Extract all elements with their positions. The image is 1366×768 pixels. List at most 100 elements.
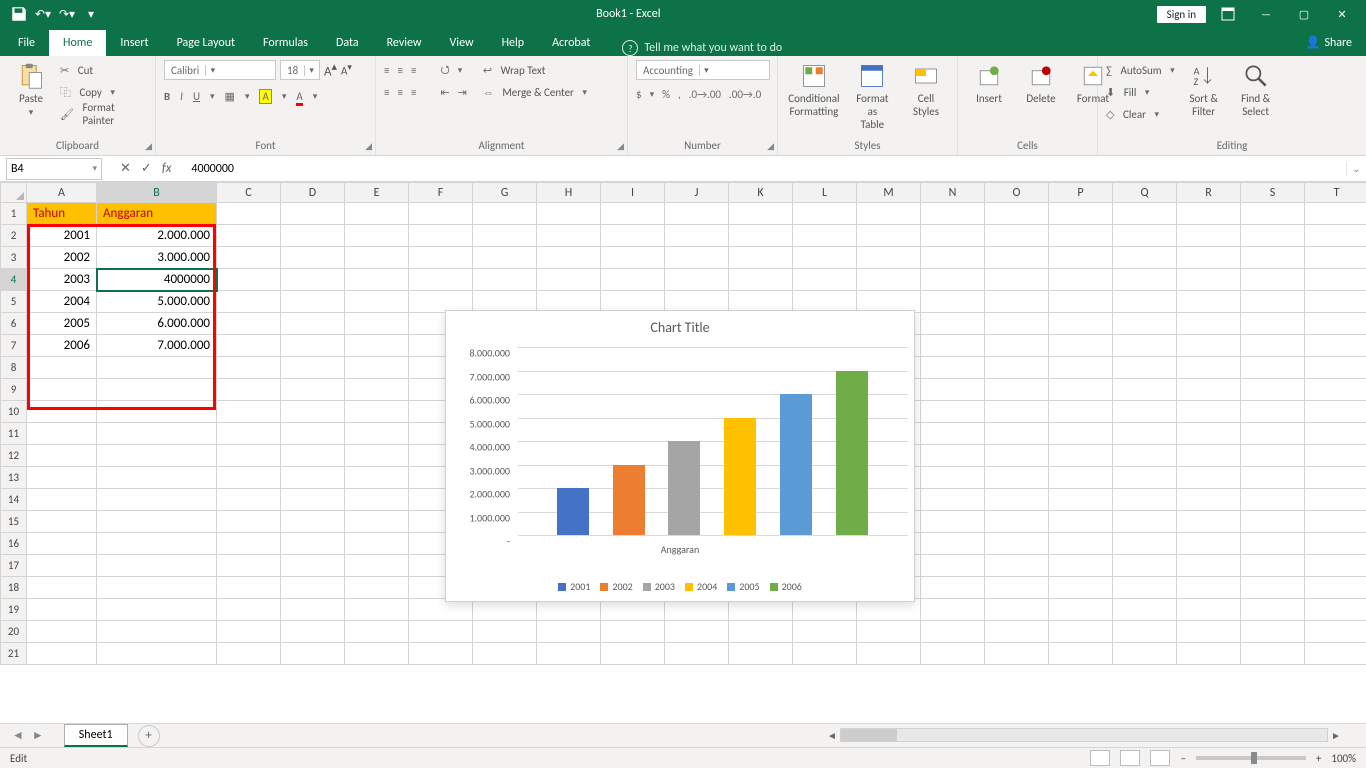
- chart-bar-2001[interactable]: [557, 488, 589, 535]
- cell-O13[interactable]: [985, 467, 1049, 489]
- cell-E10[interactable]: [345, 401, 409, 423]
- cell-A15[interactable]: [27, 511, 97, 533]
- col-header-S[interactable]: S: [1241, 183, 1305, 203]
- cell-D3[interactable]: [281, 247, 345, 269]
- cell-O16[interactable]: [985, 533, 1049, 555]
- cell-E3[interactable]: [345, 247, 409, 269]
- col-header-K[interactable]: K: [729, 183, 793, 203]
- row-header-8[interactable]: 8: [1, 357, 27, 379]
- cell-S16[interactable]: [1241, 533, 1305, 555]
- cell-E5[interactable]: [345, 291, 409, 313]
- row-header-1[interactable]: 1: [1, 203, 27, 225]
- cell-A19[interactable]: [27, 599, 97, 621]
- cell-Q8[interactable]: [1113, 357, 1177, 379]
- cell-O20[interactable]: [985, 621, 1049, 643]
- cell-D16[interactable]: [281, 533, 345, 555]
- cell-S2[interactable]: [1241, 225, 1305, 247]
- cell-E18[interactable]: [345, 577, 409, 599]
- cell-I21[interactable]: [601, 643, 665, 665]
- cell-R19[interactable]: [1177, 599, 1241, 621]
- cell-T13[interactable]: [1305, 467, 1366, 489]
- cut-button[interactable]: ✂ Cut: [60, 60, 147, 80]
- cell-P2[interactable]: [1049, 225, 1113, 247]
- cell-C3[interactable]: [217, 247, 281, 269]
- cell-O1[interactable]: [985, 203, 1049, 225]
- cell-E2[interactable]: [345, 225, 409, 247]
- cell-C2[interactable]: [217, 225, 281, 247]
- row-header-9[interactable]: 9: [1, 379, 27, 401]
- cell-E13[interactable]: [345, 467, 409, 489]
- cell-S15[interactable]: [1241, 511, 1305, 533]
- cell-I2[interactable]: [601, 225, 665, 247]
- cell-C20[interactable]: [217, 621, 281, 643]
- cell-T12[interactable]: [1305, 445, 1366, 467]
- cell-B3[interactable]: 3.000.000: [97, 247, 217, 269]
- cell-E6[interactable]: [345, 313, 409, 335]
- cell-I4[interactable]: [601, 269, 665, 291]
- sign-in-button[interactable]: Sign in: [1157, 6, 1206, 23]
- cell-R16[interactable]: [1177, 533, 1241, 555]
- cell-T14[interactable]: [1305, 489, 1366, 511]
- cell-B7[interactable]: 7.000.000: [97, 335, 217, 357]
- chart-bar-2005[interactable]: [780, 394, 812, 535]
- col-header-E[interactable]: E: [345, 183, 409, 203]
- cell-F1[interactable]: [409, 203, 473, 225]
- cell-S14[interactable]: [1241, 489, 1305, 511]
- cell-G4[interactable]: [473, 269, 537, 291]
- new-sheet-button[interactable]: +: [138, 725, 160, 747]
- italic-button[interactable]: I: [180, 90, 183, 103]
- cell-B21[interactable]: [97, 643, 217, 665]
- cell-N19[interactable]: [921, 599, 985, 621]
- cell-C10[interactable]: [217, 401, 281, 423]
- cell-Q13[interactable]: [1113, 467, 1177, 489]
- zoom-in-icon[interactable]: +: [1316, 752, 1321, 765]
- cell-C4[interactable]: [217, 269, 281, 291]
- cell-E14[interactable]: [345, 489, 409, 511]
- bold-button[interactable]: B: [164, 90, 170, 103]
- cell-R21[interactable]: [1177, 643, 1241, 665]
- cell-A11[interactable]: [27, 423, 97, 445]
- cell-D15[interactable]: [281, 511, 345, 533]
- align-center-icon[interactable]: ≡: [397, 86, 402, 99]
- chart-bar-2003[interactable]: [668, 441, 700, 535]
- cell-F3[interactable]: [409, 247, 473, 269]
- cell-R6[interactable]: [1177, 313, 1241, 335]
- cell-B8[interactable]: [97, 357, 217, 379]
- cell-C11[interactable]: [217, 423, 281, 445]
- col-header-P[interactable]: P: [1049, 183, 1113, 203]
- cell-Q16[interactable]: [1113, 533, 1177, 555]
- cell-E11[interactable]: [345, 423, 409, 445]
- cell-T19[interactable]: [1305, 599, 1366, 621]
- cell-T21[interactable]: [1305, 643, 1366, 665]
- delete-cells-button[interactable]: Delete: [1018, 60, 1064, 107]
- align-bottom-icon[interactable]: ≡: [411, 64, 416, 77]
- cell-P8[interactable]: [1049, 357, 1113, 379]
- cell-S1[interactable]: [1241, 203, 1305, 225]
- align-left-icon[interactable]: ≡: [384, 86, 389, 99]
- tab-data[interactable]: Data: [322, 30, 373, 56]
- cell-R18[interactable]: [1177, 577, 1241, 599]
- cell-A5[interactable]: 2004: [27, 291, 97, 313]
- page-break-view-icon[interactable]: [1150, 750, 1170, 766]
- cell-T9[interactable]: [1305, 379, 1366, 401]
- cell-P6[interactable]: [1049, 313, 1113, 335]
- cell-K21[interactable]: [729, 643, 793, 665]
- cell-N7[interactable]: [921, 335, 985, 357]
- cell-B9[interactable]: [97, 379, 217, 401]
- col-header-F[interactable]: F: [409, 183, 473, 203]
- shrink-font-icon[interactable]: A▾: [341, 62, 352, 78]
- cell-R15[interactable]: [1177, 511, 1241, 533]
- cell-J2[interactable]: [665, 225, 729, 247]
- cell-S9[interactable]: [1241, 379, 1305, 401]
- cell-D1[interactable]: [281, 203, 345, 225]
- undo-icon[interactable]: ↶▾: [34, 5, 52, 23]
- cell-E21[interactable]: [345, 643, 409, 665]
- cell-O2[interactable]: [985, 225, 1049, 247]
- cell-N9[interactable]: [921, 379, 985, 401]
- maximize-icon[interactable]: ▢: [1288, 0, 1320, 28]
- row-header-19[interactable]: 19: [1, 599, 27, 621]
- cell-G21[interactable]: [473, 643, 537, 665]
- cell-S7[interactable]: [1241, 335, 1305, 357]
- cell-O9[interactable]: [985, 379, 1049, 401]
- row-header-10[interactable]: 10: [1, 401, 27, 423]
